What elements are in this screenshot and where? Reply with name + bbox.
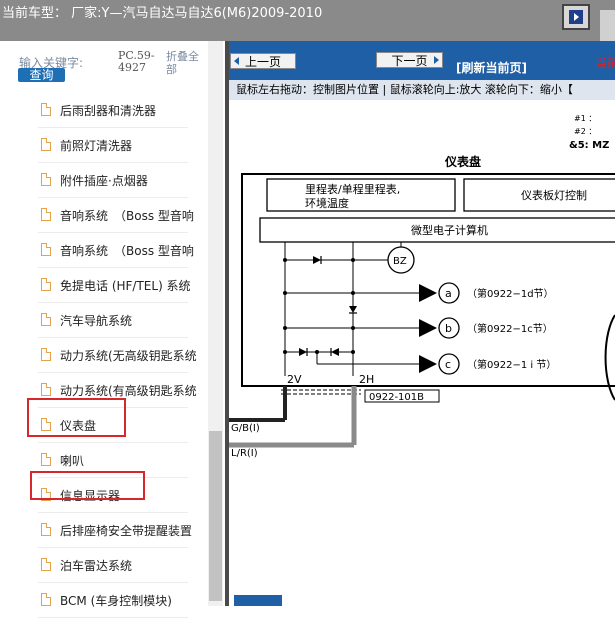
current-page-label: 当前 <box>595 56 615 70</box>
document-icon <box>41 593 51 606</box>
tree-item[interactable]: 后排座椅安全带提醒装置 <box>38 513 192 548</box>
tree-item[interactable]: 附件插座·点烟器 <box>38 163 188 198</box>
document-viewer: 上一页 下一页 [刷新当前页] 当前 鼠标左右拖动：控制图片位置 | 鼠标滚轮向… <box>229 41 615 606</box>
document-icon <box>41 558 51 571</box>
note-3: &5: MZ <box>569 140 609 151</box>
tree-item[interactable]: 音响系统 （Boss 型音响 <box>38 233 194 268</box>
wire-gb-label: G/B(I) <box>231 423 260 434</box>
sidebar-scrollbar[interactable] <box>208 41 223 606</box>
highlight-box <box>30 471 145 500</box>
document-icon <box>41 103 51 116</box>
document-icon <box>41 348 51 361</box>
tree-item-label: 前照灯清洗器 <box>60 139 133 153</box>
document-icon <box>41 243 51 256</box>
usage-hint: 鼠标左右拖动：控制图片位置 | 鼠标滚轮向上:放大 滚轮向下：缩小【 <box>229 80 615 100</box>
refresh-page-link[interactable]: [刷新当前页] <box>456 59 527 76</box>
search-input[interactable]: PC.59-4927 <box>118 50 166 74</box>
tree-item[interactable]: 免提电话 (HF/TEL) 系统 <box>38 268 191 303</box>
microcomputer-label: 微型电子计算机 <box>411 223 488 237</box>
tree-item-label: 汽车导航系统 <box>60 314 133 328</box>
note-2: #2 ： <box>574 127 596 136</box>
document-icon <box>41 173 51 186</box>
tree-item-label: 动力系统(无高级钥匙系统 <box>60 349 197 363</box>
wiring-diagram: #1 ： #2 ： &5: MZ 仪表盘 里程表/单程里程表, 环境温度 仪表板… <box>229 114 615 459</box>
tree-item[interactable]: 音响系统 （Boss 型音响 <box>38 198 194 233</box>
query-button[interactable]: 查询 <box>18 68 65 82</box>
document-icon <box>41 523 51 536</box>
viewer-toolbar: 上一页 下一页 [刷新当前页] 当前 <box>229 41 615 80</box>
diagram-title: 仪表盘 <box>444 154 481 169</box>
connector-b-ref: （第0922−1c节） <box>467 322 553 335</box>
tree-item[interactable]: 后雨刮器和清洗器 <box>38 93 188 128</box>
document-icon <box>41 313 51 326</box>
connector-c-label: c <box>445 358 451 371</box>
connector-a-ref: （第0922−1d节） <box>467 287 554 300</box>
odometer-label: 里程表/单程里程表, <box>305 182 400 196</box>
tree-item-label: 后雨刮器和清洗器 <box>60 104 157 118</box>
connector-c-ref: （第0922−1 i 节） <box>467 358 556 371</box>
tree-item[interactable]: 前照灯清洗器 <box>38 128 188 163</box>
panel-light-label: 仪表板灯控制 <box>521 188 587 202</box>
window-grip <box>600 10 615 41</box>
highlight-box <box>27 398 126 437</box>
tree-item-label: 泊车雷达系统 <box>60 559 133 573</box>
tree-item-label: 喇叭 <box>60 454 85 468</box>
tree-item-label: BCM (车身控制模块) <box>60 594 172 608</box>
buzzer-label: BZ <box>393 256 407 267</box>
connector-a-label: a <box>445 287 452 300</box>
tree-item-label: 附件插座·点烟器 <box>60 174 148 188</box>
connector-b-label: b <box>445 322 452 335</box>
diagram-canvas[interactable]: #1 ： #2 ： &5: MZ 仪表盘 里程表/单程里程表, 环境温度 仪表板… <box>229 100 615 606</box>
scrollbar-thumb[interactable] <box>209 431 222 601</box>
next-page-button[interactable]: 下一页 <box>376 52 443 68</box>
connector-code: 0922-101B <box>369 392 424 403</box>
document-icon <box>41 138 51 151</box>
arrow-left-icon <box>234 57 239 65</box>
arrow-right-icon <box>569 10 583 24</box>
document-icon <box>41 453 51 466</box>
arrow-right-icon <box>434 56 439 64</box>
tree-item-label: 音响系统 （Boss 型音响 <box>60 209 194 223</box>
tree-item[interactable]: 泊车雷达系统 <box>38 548 188 583</box>
odometer-label-line2: 环境温度 <box>305 196 349 210</box>
tree-item-label: 免提电话 (HF/TEL) 系统 <box>60 279 191 293</box>
document-tree: 后雨刮器和清洗器 前照灯清洗器 附件插座·点烟器 音响系统 （Boss 型音响 … <box>38 93 208 618</box>
tree-item[interactable]: 动力系统(无高级钥匙系统 <box>38 338 197 373</box>
tree-item-label: 后排座椅安全带提醒装置 <box>60 524 193 538</box>
sidebar: 输入关键字: PC.59-4927 折叠全部 查询 后雨刮器和清洗器 前照灯清洗… <box>0 41 225 618</box>
document-icon <box>41 383 51 396</box>
collapse-all-link[interactable]: 折叠全部 <box>166 50 206 76</box>
tree-item-label: 音响系统 （Boss 型音响 <box>60 244 194 258</box>
note-1: #1 ： <box>574 114 596 123</box>
toggle-sidebar-button[interactable] <box>562 4 590 30</box>
document-icon <box>41 278 51 291</box>
title-bar: 当前车型： 厂家:Y—汽马自达马自达6(M6)2009-2010 <box>0 0 615 41</box>
document-icon <box>41 208 51 221</box>
prev-page-label: 上一页 <box>244 55 281 69</box>
prev-page-button[interactable]: 上一页 <box>230 53 296 69</box>
next-page-label: 下一页 <box>391 54 428 68</box>
tree-item[interactable]: BCM (车身控制模块) <box>38 583 188 618</box>
pin-2h-label: 2H <box>359 373 374 386</box>
current-vehicle-title: 当前车型： 厂家:Y—汽马自达马自达6(M6)2009-2010 <box>2 6 323 21</box>
tree-item[interactable]: 汽车导航系统 <box>38 303 188 338</box>
viewer-corner-button[interactable] <box>234 595 282 606</box>
wire-lr-label: L/R(I) <box>231 448 258 459</box>
tree-item-label: 动力系统(有高级钥匙系统 <box>60 384 197 398</box>
instrument-panel-outline <box>241 173 615 387</box>
pin-2v-label: 2V <box>287 373 302 386</box>
